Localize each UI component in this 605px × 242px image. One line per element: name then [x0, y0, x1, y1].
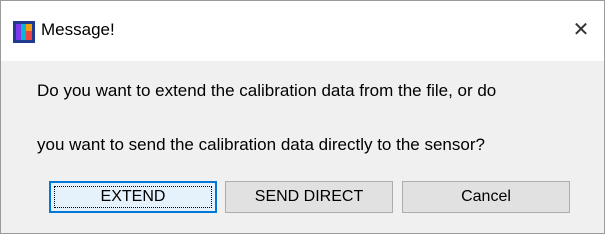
extend-button[interactable]: EXTEND — [49, 181, 217, 213]
window-title: Message! — [41, 20, 115, 39]
message-line-1: Do you want to extend the calibration da… — [37, 81, 497, 100]
send-direct-button-label: SEND DIRECT — [254, 188, 364, 205]
message-line-2: you want to send the calibration data di… — [37, 135, 485, 154]
send-direct-button[interactable]: SEND DIRECT — [225, 181, 393, 213]
extend-button-label: EXTEND — [100, 188, 166, 205]
app-icon — [13, 21, 35, 43]
close-icon[interactable]: ✕ — [568, 17, 594, 43]
cancel-button-label: Cancel — [461, 188, 511, 205]
title-bar: Message! ✕ — [1, 1, 604, 61]
cancel-button[interactable]: Cancel — [402, 181, 570, 213]
message-dialog: Message! ✕ Do you want to extend the cal… — [0, 0, 605, 234]
